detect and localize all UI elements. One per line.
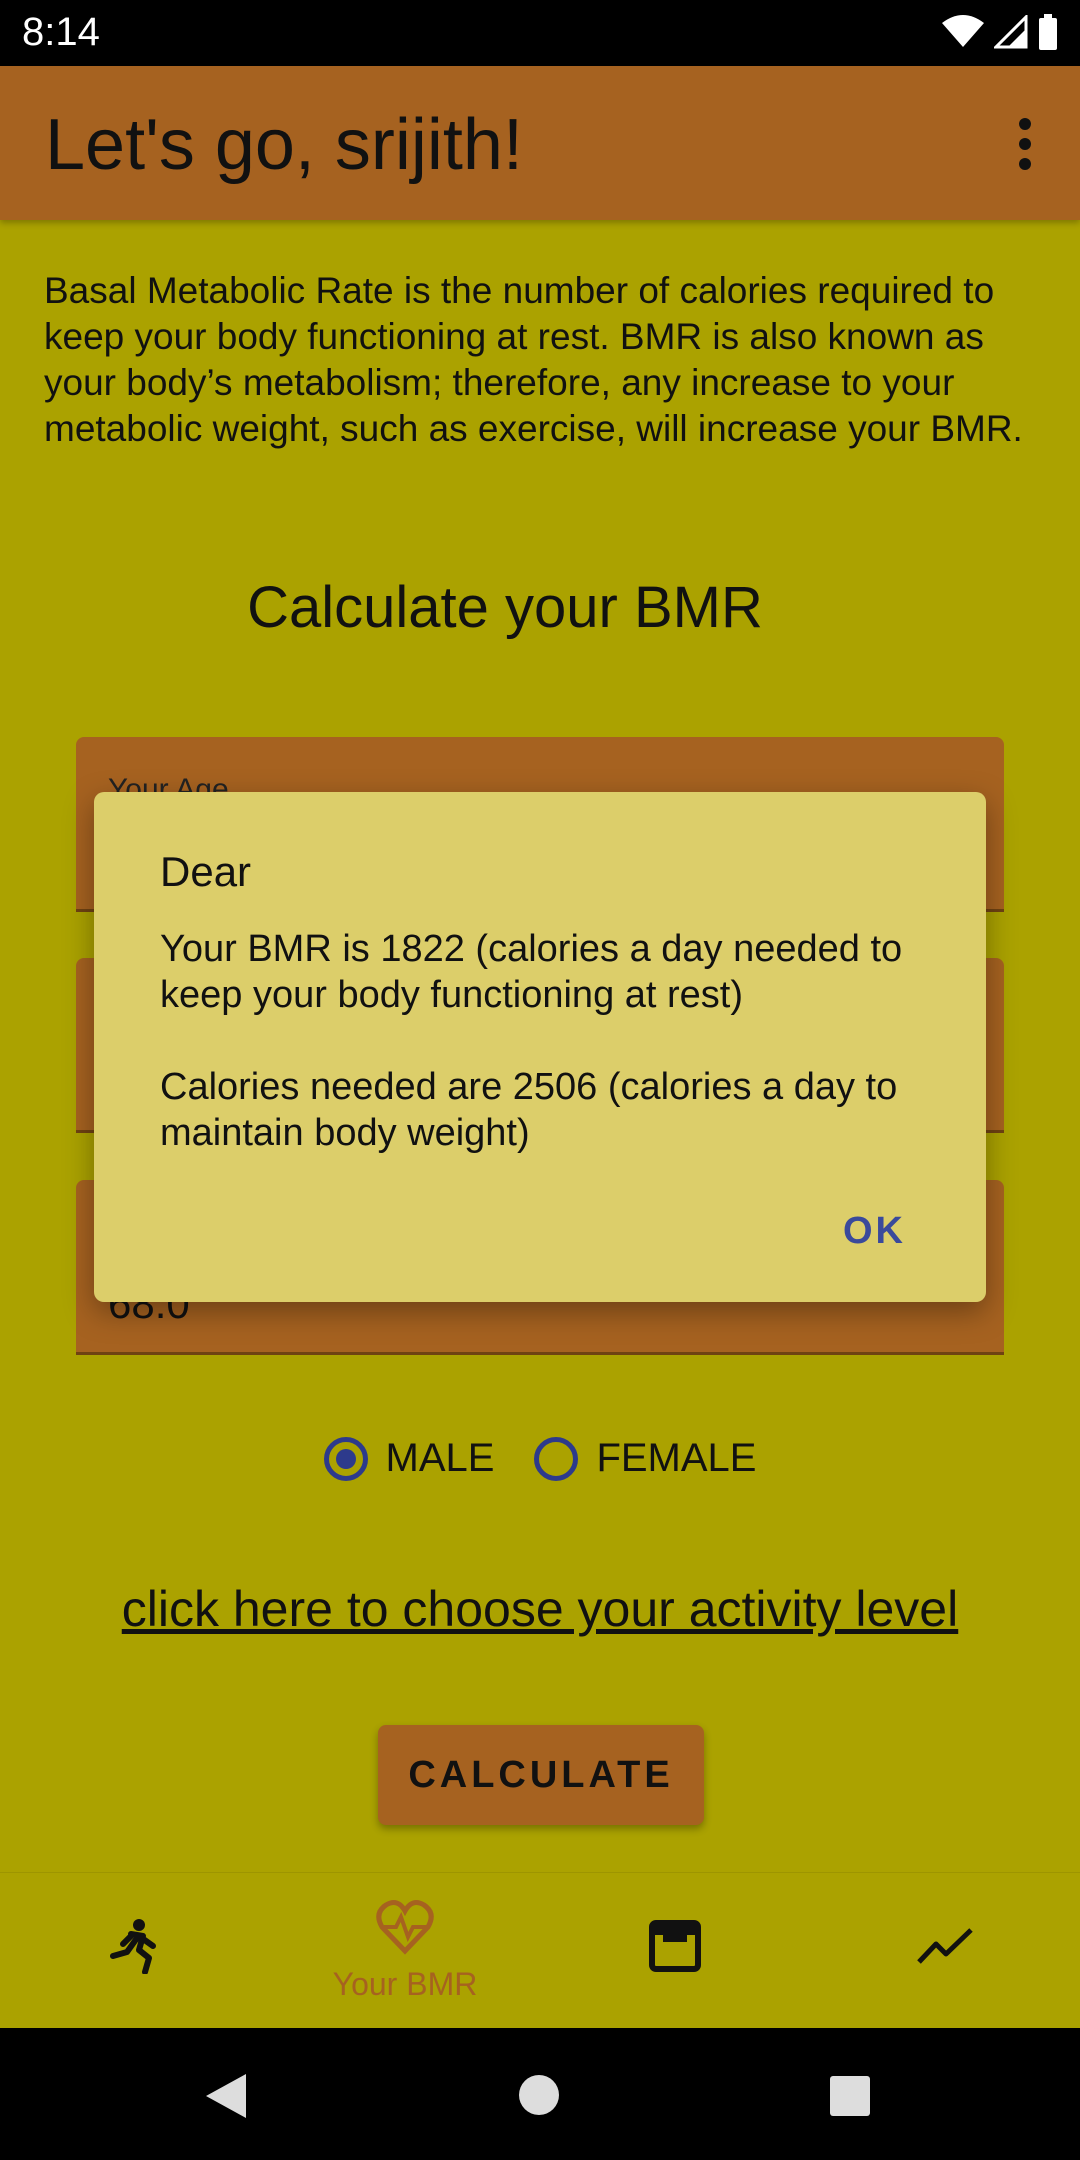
system-navigation-bar bbox=[0, 2028, 1080, 2160]
home-icon[interactable] bbox=[518, 2074, 560, 2121]
recents-icon[interactable] bbox=[830, 2076, 870, 2121]
dialog-message: Your BMR is 1822 (calories a day needed … bbox=[160, 928, 903, 1154]
back-icon[interactable] bbox=[204, 2072, 248, 2125]
dialog-ok-button[interactable]: OK bbox=[843, 1210, 906, 1253]
bmr-result-dialog: Dear Your BMR is 1822 (calories a day ne… bbox=[94, 792, 986, 1302]
dialog-title: Dear bbox=[160, 848, 252, 895]
